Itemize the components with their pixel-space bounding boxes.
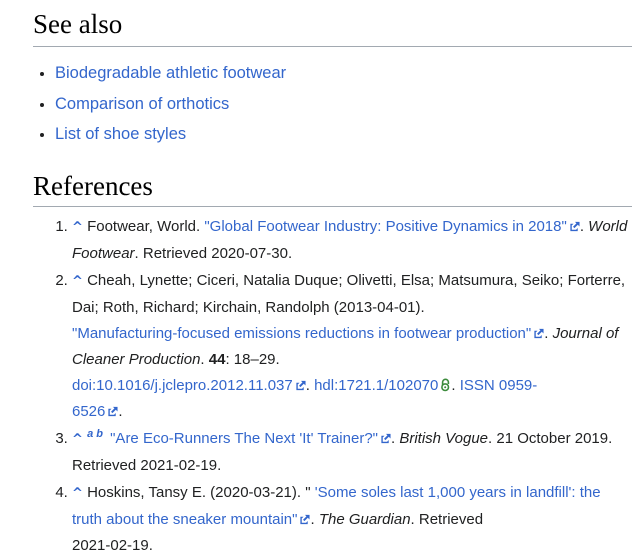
reference-link[interactable]: ISSN 0959- — [460, 377, 538, 394]
reference-text: 2021-02-19. — [72, 536, 153, 554]
reference-text: . — [310, 510, 319, 528]
external-link-icon — [296, 380, 306, 390]
see-also-link[interactable]: Comparison of orthotics — [55, 95, 229, 113]
reference-text: . Retrieved — [410, 510, 484, 528]
backlink-sup: a — [87, 428, 93, 440]
backlink-caret[interactable]: ^ — [72, 274, 83, 289]
section-heading-see-also: See also — [33, 9, 632, 48]
reference-item: ^ Hoskins, Tansy E. (2020-03-21). " 'Som… — [72, 480, 632, 559]
see-also-item: Comparison of orthotics — [55, 89, 632, 120]
reference-item: ^ ab "Are Eco-Runners The Next 'It' Trai… — [72, 426, 632, 479]
backlink-sup: b — [96, 428, 103, 440]
external-link-icon — [534, 328, 544, 338]
reference-text: . — [451, 376, 460, 394]
reference-text: Cheah, Lynette; Ciceri, Natalia Duque; O… — [72, 271, 626, 316]
reference-text: . Retrieved 2020-07-30. — [134, 244, 293, 262]
reference-link[interactable]: "Manufacturing-focused emissions reducti… — [72, 325, 544, 342]
reference-link[interactable]: "Global Footwear Industry: Positive Dyna… — [204, 218, 580, 235]
backlink-sup-link[interactable]: a — [87, 428, 93, 440]
external-link-icon — [570, 221, 580, 231]
reference-volume: 44 — [208, 350, 226, 368]
reference-text: . — [579, 217, 589, 235]
reference-text: . — [118, 402, 123, 420]
reference-link[interactable]: 6526 — [72, 403, 118, 420]
reference-item: ^ Cheah, Lynette; Ciceri, Natalia Duque;… — [72, 268, 632, 425]
backlink-caret[interactable]: ^ — [72, 432, 83, 447]
backlink-caret[interactable]: ^ — [72, 486, 83, 501]
reference-link[interactable]: hdl:1721.1/102070 — [314, 377, 451, 394]
see-also-link[interactable]: Biodegradable athletic footwear — [55, 64, 286, 82]
backlink-caret[interactable]: ^ — [72, 220, 83, 235]
reference-item: ^ Footwear, World. "Global Footwear Indu… — [72, 214, 632, 267]
see-also-item: List of shoe styles — [55, 119, 632, 150]
section-heading-references: References — [33, 171, 632, 207]
reference-text: Hoskins, Tansy E. (2020-03-21). " — [82, 483, 311, 501]
see-also-link[interactable]: List of shoe styles — [55, 125, 186, 143]
backlink-sup-link[interactable]: b — [96, 428, 103, 440]
reference-text: Footwear, World. — [82, 217, 205, 235]
external-link-icon — [381, 433, 391, 443]
reference-text: . — [305, 376, 315, 394]
external-link-icon — [300, 514, 311, 524]
see-also-list: Biodegradable athletic footwear Comparis… — [33, 58, 632, 150]
external-link-icon — [108, 406, 118, 416]
reference-link[interactable]: doi:10.1016/j.jclepro.2012.11.037 — [72, 377, 306, 394]
see-also-item: Biodegradable athletic footwear — [55, 58, 632, 89]
reference-work-title: The Guardian — [318, 510, 411, 528]
reference-text: . — [544, 324, 553, 342]
reference-link[interactable]: "Are Eco-Runners The Next 'It' Trainer?" — [110, 430, 391, 447]
reference-work-title: British Vogue — [399, 429, 489, 447]
open-access-lock-icon — [441, 378, 450, 391]
reference-text: : 18–29. — [225, 350, 280, 368]
references-list: ^ Footwear, World. "Global Footwear Indu… — [33, 214, 632, 559]
reference-text: . — [200, 350, 209, 368]
